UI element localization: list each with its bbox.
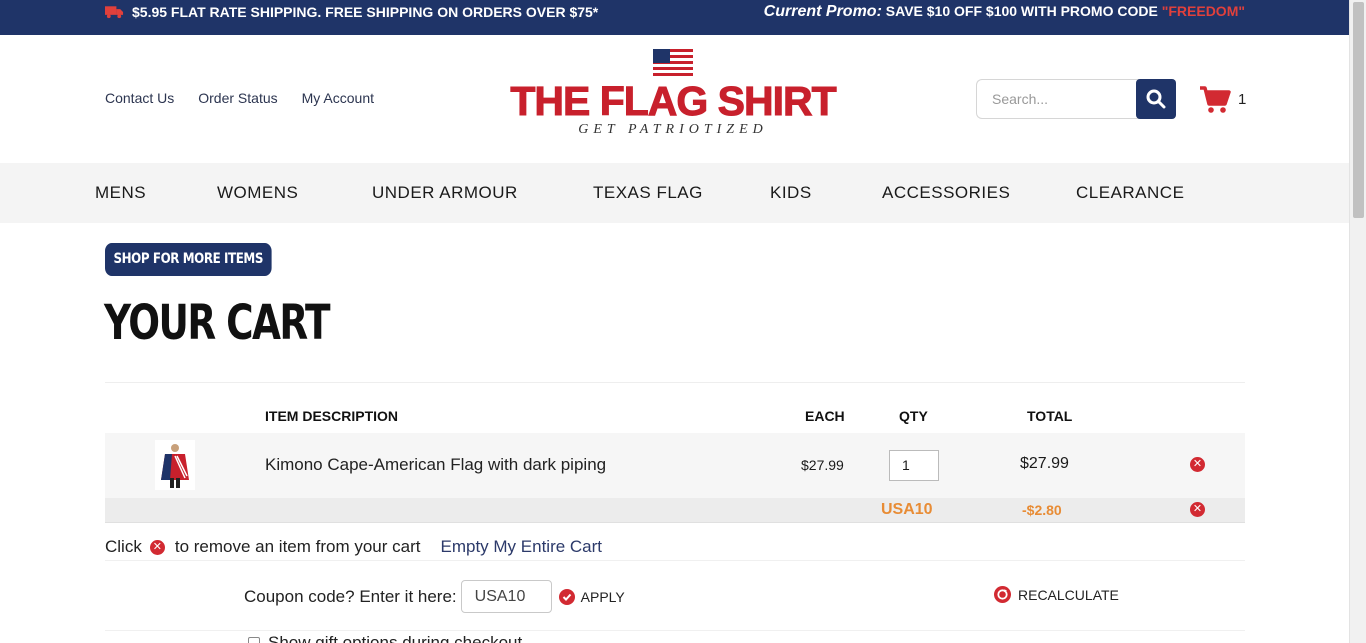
cart-icon[interactable] bbox=[1199, 85, 1231, 115]
contact-us-link[interactable]: Contact Us bbox=[105, 90, 174, 106]
coupon-form: Coupon code? Enter it here: APPLY bbox=[244, 580, 625, 613]
divider bbox=[105, 560, 1245, 561]
page-scrollbar[interactable] bbox=[1349, 0, 1366, 643]
cart-count: 1 bbox=[1238, 91, 1247, 108]
site-logo[interactable]: THE FLAG SHIRT GET PATRIOTIZED bbox=[498, 49, 848, 149]
us-flag-icon bbox=[653, 49, 693, 77]
promo-text: SAVE $10 OFF $100 WITH PROMO CODE bbox=[885, 3, 1158, 19]
product-thumbnail[interactable] bbox=[155, 440, 195, 490]
nav-item-kids[interactable]: KIDS bbox=[770, 183, 882, 203]
check-icon bbox=[558, 588, 575, 605]
site-header: Contact Us Order Status My Account THE F… bbox=[0, 35, 1349, 163]
nav-item-mens[interactable]: MENS bbox=[95, 183, 217, 203]
column-header-qty: QTY bbox=[899, 408, 928, 424]
promo-label: Current Promo: bbox=[763, 3, 882, 20]
search-box bbox=[976, 79, 1176, 119]
coupon-discount: -$2.80 bbox=[1022, 502, 1062, 518]
recalculate-label: RECALCULATE bbox=[1018, 586, 1119, 603]
nav-item-womens[interactable]: WOMENS bbox=[217, 183, 372, 203]
nav-item-under-armour[interactable]: UNDER ARMOUR bbox=[372, 183, 593, 203]
page-title: YOUR CART bbox=[104, 295, 331, 351]
shipping-notice: $5.95 FLAT RATE SHIPPING. FREE SHIPPING … bbox=[105, 4, 598, 20]
remove-coupon-icon[interactable]: ✕ bbox=[1190, 502, 1205, 517]
gift-options-label: Show gift options during checkout bbox=[268, 633, 523, 643]
apply-coupon-button[interactable]: APPLY bbox=[558, 588, 625, 605]
announcement-bar: $5.95 FLAT RATE SHIPPING. FREE SHIPPING … bbox=[0, 0, 1349, 35]
nav-item-clearance[interactable]: CLEARANCE bbox=[1076, 183, 1206, 203]
divider bbox=[105, 382, 1245, 383]
gift-options[interactable]: Show gift options during checkout bbox=[248, 633, 522, 643]
brand-tagline: GET PATRIOTIZED bbox=[578, 122, 768, 137]
coupon-row: USA10 -$2.80 ✕ bbox=[105, 498, 1245, 523]
divider bbox=[105, 630, 1245, 631]
item-description[interactable]: Kimono Cape-American Flag with dark pipi… bbox=[265, 455, 606, 475]
promo-code: "FREEDOM" bbox=[1161, 3, 1245, 19]
refresh-icon bbox=[994, 586, 1011, 603]
column-header-description: ITEM DESCRIPTION bbox=[265, 408, 399, 424]
cart-help: Click ✕ to remove an item from your cart… bbox=[105, 537, 602, 557]
truck-icon bbox=[105, 6, 124, 19]
gift-options-checkbox[interactable] bbox=[248, 637, 260, 643]
column-header-each: EACH bbox=[805, 408, 845, 424]
remove-icon-hint: ✕ bbox=[149, 539, 165, 555]
nav-item-accessories[interactable]: ACCESSORIES bbox=[882, 183, 1076, 203]
my-account-link[interactable]: My Account bbox=[302, 90, 374, 106]
coupon-label: Coupon code? Enter it here: bbox=[244, 586, 457, 606]
recalculate-button[interactable]: RECALCULATE bbox=[994, 586, 1119, 603]
column-header-total: TOTAL bbox=[1027, 408, 1073, 424]
item-total: $27.99 bbox=[1020, 455, 1069, 472]
utility-links: Contact Us Order Status My Account bbox=[105, 90, 374, 106]
scrollbar-thumb[interactable] bbox=[1353, 2, 1364, 218]
item-price: $27.99 bbox=[801, 457, 844, 473]
search-button[interactable] bbox=[1136, 79, 1176, 119]
nav-item-texas-flag[interactable]: TEXAS FLAG bbox=[593, 183, 770, 203]
main-nav: MENS WOMENS UNDER ARMOUR TEXAS FLAG KIDS… bbox=[0, 163, 1349, 223]
apply-label: APPLY bbox=[580, 588, 625, 605]
help-remove-text: to remove an item from your cart bbox=[174, 537, 421, 556]
shipping-text: $5.95 FLAT RATE SHIPPING. FREE SHIPPING … bbox=[132, 4, 599, 20]
quantity-input[interactable]: 1 bbox=[889, 450, 939, 481]
cart-table-header: ITEM DESCRIPTION EACH QTY TOTAL bbox=[105, 408, 1245, 428]
brand-name: THE FLAG SHIRT bbox=[510, 78, 837, 124]
coupon-code-input[interactable] bbox=[460, 580, 552, 613]
promo-notice: Current Promo: SAVE $10 OFF $100 WITH PR… bbox=[764, 3, 1245, 21]
search-input[interactable] bbox=[976, 79, 1141, 119]
empty-cart-link[interactable]: Empty My Entire Cart bbox=[440, 537, 602, 557]
help-click-text: Click bbox=[105, 537, 142, 556]
shop-more-button[interactable]: SHOP FOR MORE ITEMS bbox=[105, 243, 272, 276]
applied-coupon-code: USA10 bbox=[881, 501, 933, 518]
remove-item-icon[interactable]: ✕ bbox=[1190, 457, 1205, 472]
order-status-link[interactable]: Order Status bbox=[198, 90, 277, 106]
search-icon bbox=[1146, 89, 1166, 109]
cart-item-row: Kimono Cape-American Flag with dark pipi… bbox=[105, 433, 1245, 498]
